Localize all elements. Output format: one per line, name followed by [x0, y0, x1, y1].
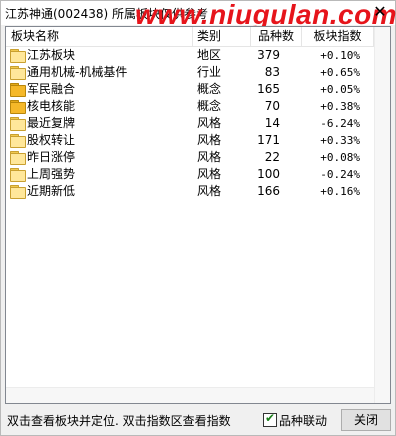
folder-open-icon	[10, 168, 26, 182]
table-row[interactable]: 军民融合 概念 165 +0.05%	[6, 81, 374, 98]
sector-list[interactable]: 板块名称 类别 品种数 板块指数 江苏板块 地区 379 +0.10% 通用机械-机械基…	[5, 26, 391, 404]
table-row[interactable]: 股权转让 风格 171 +0.33%	[6, 132, 374, 149]
sector-index-change: +0.05%	[320, 83, 360, 96]
sector-index-change: -6.24%	[320, 117, 360, 130]
sector-category: 概念	[197, 82, 222, 96]
dialog-window: 江苏神通(002438) 所属板块仅供参考 www.niugulan.com ✕…	[0, 0, 396, 436]
table-row[interactable]: 通用机械-机械基件 行业 83 +0.65%	[6, 64, 374, 81]
sector-category: 行业	[197, 65, 222, 79]
folder-open-icon	[10, 134, 26, 148]
folder-open-icon	[10, 49, 26, 63]
table-row[interactable]: 上周强势 风格 100 -0.24%	[6, 166, 374, 183]
horizontal-scrollbar[interactable]	[6, 387, 374, 403]
list-header: 板块名称 类别 品种数 板块指数	[6, 27, 390, 47]
sector-name: 通用机械-机械基件	[27, 65, 128, 79]
linkage-checkbox[interactable]: ✔	[263, 411, 277, 427]
sector-category: 风格	[197, 167, 222, 181]
stock-count: 166	[257, 184, 280, 198]
linkage-checkbox-label[interactable]: 品种联动	[279, 412, 327, 429]
close-icon[interactable]: ✕	[371, 3, 389, 21]
sector-name: 军民融合	[27, 82, 76, 96]
header-sector-index[interactable]: 板块指数	[302, 27, 374, 46]
folder-open-icon	[10, 117, 26, 131]
sector-index-change: +0.16%	[320, 185, 360, 198]
title-bar: 江苏神通(002438) 所属板块仅供参考 www.niugulan.com ✕	[1, 0, 396, 30]
stock-count: 165	[257, 82, 280, 96]
sector-name: 近期新低	[27, 184, 76, 198]
sector-name: 最近复牌	[27, 116, 76, 130]
sector-name: 股权转让	[27, 133, 76, 147]
sector-name: 上周强势	[27, 167, 76, 181]
table-row[interactable]: 昨日涨停 风格 22 +0.08%	[6, 149, 374, 166]
folder-open-icon	[10, 66, 26, 80]
header-category[interactable]: 类别	[193, 27, 251, 46]
close-button[interactable]: 关闭	[341, 409, 391, 431]
sector-category: 风格	[197, 184, 222, 198]
stock-count: 70	[264, 99, 280, 113]
table-row[interactable]: 近期新低 风格 166 +0.16%	[6, 183, 374, 200]
folder-open-icon	[10, 151, 26, 165]
stock-count: 14	[264, 116, 280, 130]
footer-bar: 双击查看板块并定位. 双击指数区查看指数 ✔ 品种联动 关闭	[1, 407, 395, 435]
stock-count: 100	[257, 167, 280, 181]
stock-count: 83	[264, 65, 280, 79]
sector-index-change: +0.65%	[320, 66, 360, 79]
check-mark-icon: ✔	[265, 411, 276, 425]
header-sector-name[interactable]: 板块名称	[6, 27, 193, 46]
folder-closed-icon	[10, 100, 26, 114]
table-row[interactable]: 核电核能 概念 70 +0.38%	[6, 98, 374, 115]
sector-category: 风格	[197, 150, 222, 164]
sector-category: 风格	[197, 116, 222, 130]
table-row[interactable]: 江苏板块 地区 379 +0.10%	[6, 47, 374, 64]
table-row[interactable]: 最近复牌 风格 14 -6.24%	[6, 115, 374, 132]
sector-category: 概念	[197, 99, 222, 113]
sector-index-change: +0.10%	[320, 49, 360, 62]
stock-count: 171	[257, 133, 280, 147]
sector-category: 风格	[197, 133, 222, 147]
sector-name: 核电核能	[27, 99, 76, 113]
sector-index-change: +0.38%	[320, 100, 360, 113]
sector-name: 江苏板块	[27, 48, 76, 62]
sector-name: 昨日涨停	[27, 150, 76, 164]
header-stock-count[interactable]: 品种数	[251, 27, 302, 46]
vertical-scrollbar[interactable]	[374, 27, 390, 403]
folder-open-icon	[10, 185, 26, 199]
stock-count: 379	[257, 48, 280, 62]
sector-index-change: +0.08%	[320, 151, 360, 164]
sector-index-change: -0.24%	[320, 168, 360, 181]
folder-closed-icon	[10, 83, 26, 97]
sector-index-change: +0.33%	[320, 134, 360, 147]
sector-category: 地区	[197, 48, 222, 62]
stock-count: 22	[264, 150, 280, 164]
status-hint: 双击查看板块并定位. 双击指数区查看指数	[7, 414, 231, 428]
